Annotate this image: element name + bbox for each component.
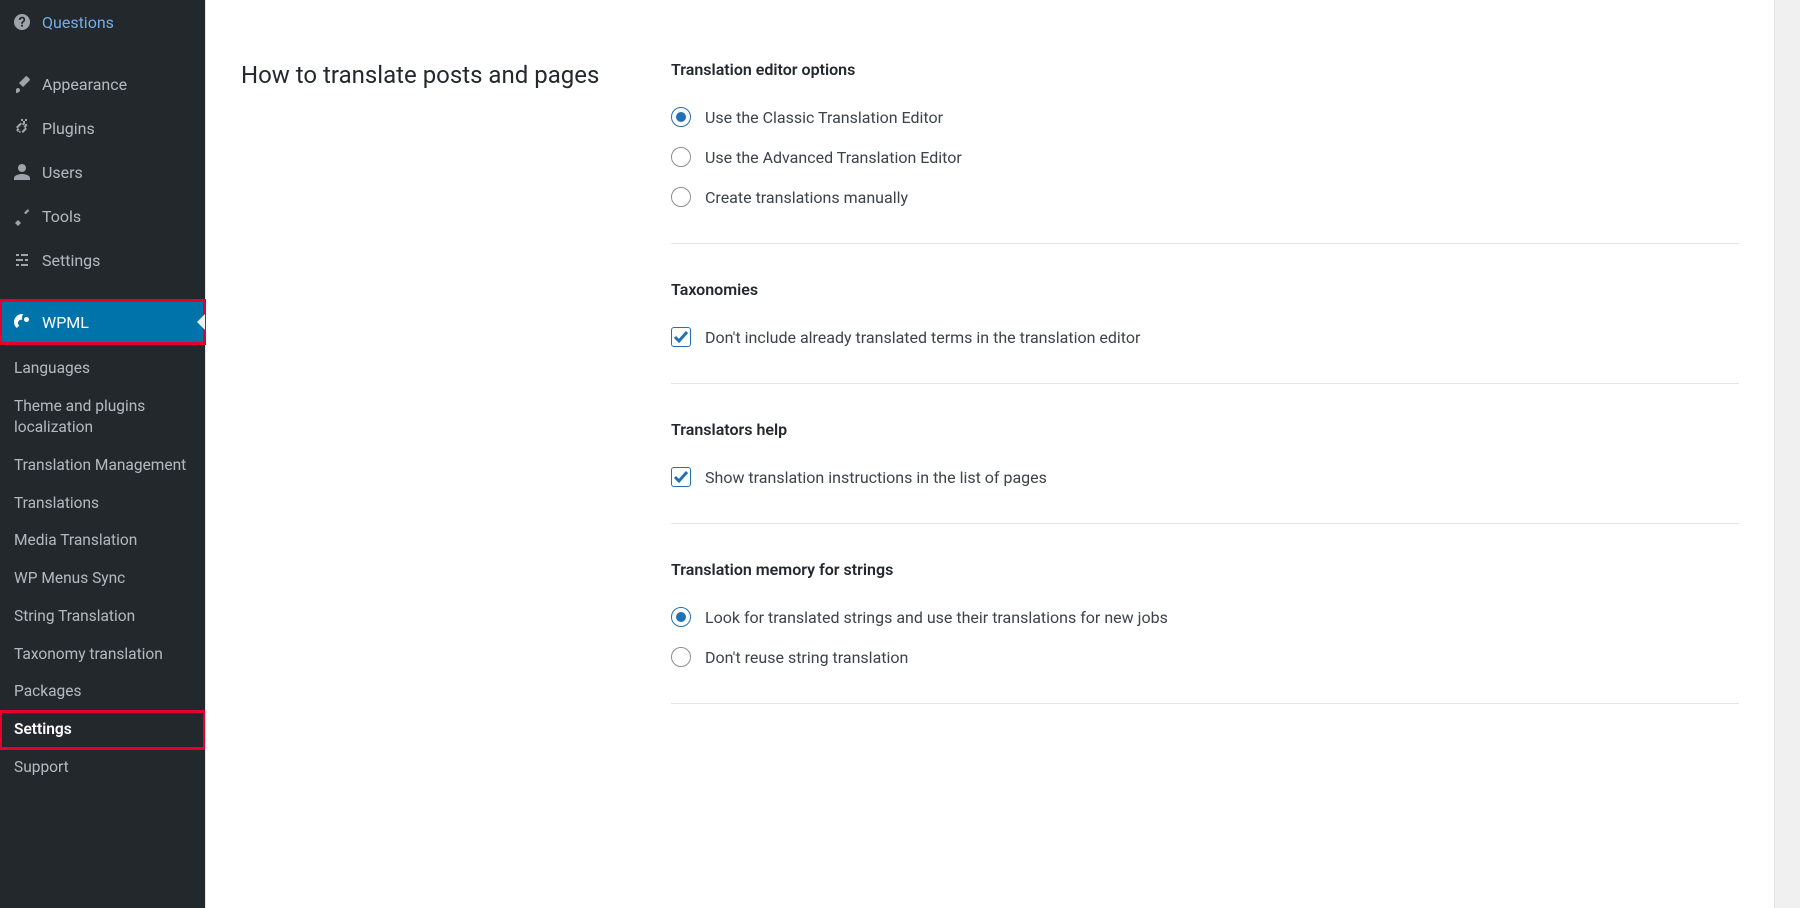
option-manual[interactable]: Create translations manually	[671, 187, 1739, 207]
section-title: Translators help	[671, 420, 1739, 439]
sidebar-item-label: Questions	[42, 13, 114, 32]
sidebar-item-label: Settings	[42, 251, 100, 270]
submenu-item-languages[interactable]: Languages	[0, 350, 205, 388]
sliders-icon	[12, 250, 32, 270]
submenu-item-localization[interactable]: Theme and plugins localization	[0, 388, 205, 447]
submenu-item-translations[interactable]: Translations	[0, 485, 205, 523]
sidebar-item-label: Plugins	[42, 119, 95, 138]
option-label: Use the Classic Translation Editor	[705, 108, 943, 127]
option-label: Show translation instructions in the lis…	[705, 468, 1047, 487]
sidebar-item-appearance[interactable]: Appearance	[0, 62, 205, 106]
radio-icon[interactable]	[671, 607, 691, 627]
sidebar-item-wpml[interactable]: WPML	[0, 300, 205, 344]
main-content: How to translate posts and pages Transla…	[205, 0, 1775, 908]
brush-icon	[12, 74, 32, 94]
sidebar-item-label: WPML	[42, 313, 89, 332]
radio-icon[interactable]	[671, 647, 691, 667]
section-translators-help: Translators help Show translation instru…	[671, 420, 1739, 524]
section-title: Translation editor options	[671, 60, 1739, 79]
help-icon	[12, 12, 32, 32]
wrench-icon	[12, 206, 32, 226]
section-taxonomies: Taxonomies Don't include already transla…	[671, 280, 1739, 384]
checkbox-icon[interactable]	[671, 327, 691, 347]
option-classic-editor[interactable]: Use the Classic Translation Editor	[671, 107, 1739, 127]
sidebar-item-label: Tools	[42, 207, 81, 226]
option-show-instructions[interactable]: Show translation instructions in the lis…	[671, 467, 1739, 487]
plug-icon	[12, 118, 32, 138]
page-heading: How to translate posts and pages	[241, 60, 671, 91]
option-label: Create translations manually	[705, 188, 908, 207]
option-dont-reuse[interactable]: Don't reuse string translation	[671, 647, 1739, 667]
submenu-item-string-translation[interactable]: String Translation	[0, 598, 205, 636]
option-label: Don't include already translated terms i…	[705, 328, 1140, 347]
submenu-item-wp-menus-sync[interactable]: WP Menus Sync	[0, 560, 205, 598]
section-translation-editor: Translation editor options Use the Class…	[671, 60, 1739, 244]
submenu-item-taxonomy-translation[interactable]: Taxonomy translation	[0, 636, 205, 674]
sidebar-item-plugins[interactable]: Plugins	[0, 106, 205, 150]
radio-icon[interactable]	[671, 107, 691, 127]
option-label: Use the Advanced Translation Editor	[705, 148, 962, 167]
submenu-item-media-translation[interactable]: Media Translation	[0, 522, 205, 560]
section-title: Translation memory for strings	[671, 560, 1739, 579]
sidebar-item-tools[interactable]: Tools	[0, 194, 205, 238]
sidebar-item-label: Users	[42, 163, 83, 182]
option-advanced-editor[interactable]: Use the Advanced Translation Editor	[671, 147, 1739, 167]
section-title: Taxonomies	[671, 280, 1739, 299]
checkbox-icon[interactable]	[671, 467, 691, 487]
option-dont-include-translated[interactable]: Don't include already translated terms i…	[671, 327, 1739, 347]
sidebar-item-users[interactable]: Users	[0, 150, 205, 194]
sidebar-item-questions[interactable]: Questions	[0, 0, 205, 44]
submenu-item-translation-management[interactable]: Translation Management	[0, 447, 205, 485]
admin-sidebar: Questions Appearance Plugins Users Tools…	[0, 0, 205, 908]
wpml-submenu: Languages Theme and plugins localization…	[0, 344, 205, 786]
radio-icon[interactable]	[671, 187, 691, 207]
option-look-for-strings[interactable]: Look for translated strings and use thei…	[671, 607, 1739, 627]
section-translation-memory: Translation memory for strings Look for …	[671, 560, 1739, 704]
user-icon	[12, 162, 32, 182]
submenu-item-packages[interactable]: Packages	[0, 673, 205, 711]
radio-icon[interactable]	[671, 147, 691, 167]
submenu-item-settings[interactable]: Settings	[0, 711, 205, 749]
submenu-item-support[interactable]: Support	[0, 749, 205, 787]
wpml-icon	[12, 312, 32, 332]
sidebar-item-settings[interactable]: Settings	[0, 238, 205, 282]
option-label: Look for translated strings and use thei…	[705, 608, 1168, 627]
option-label: Don't reuse string translation	[705, 648, 908, 667]
sidebar-item-label: Appearance	[42, 75, 127, 94]
